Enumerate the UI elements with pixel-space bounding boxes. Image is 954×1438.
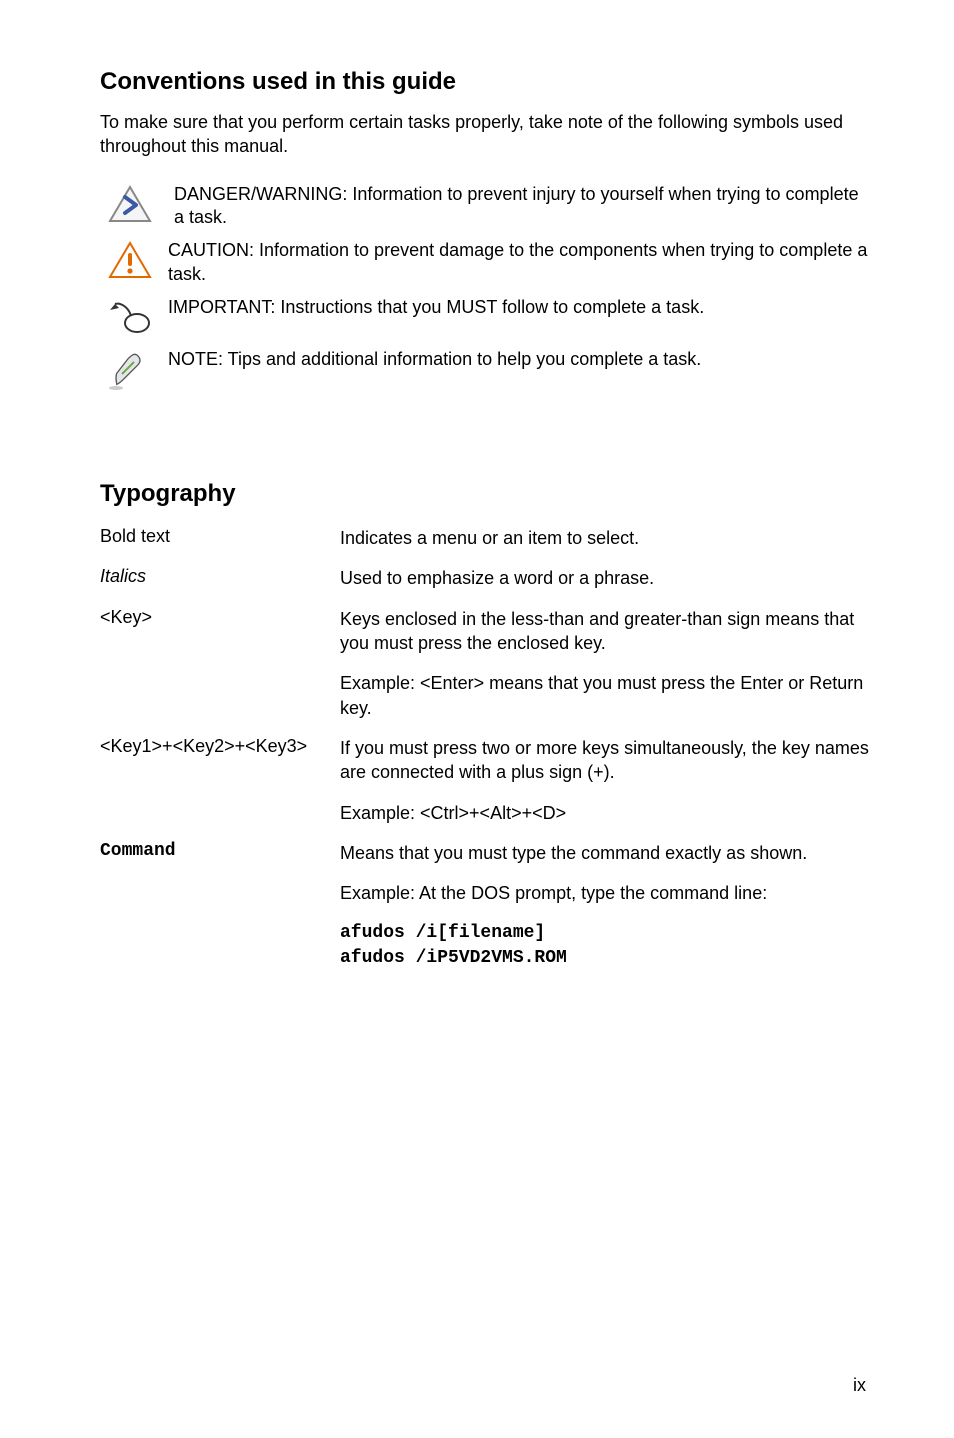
typo-desc-italics: Used to emphasize a word or a phrase.	[340, 566, 870, 590]
keys-desc1: If you must press two or more keys simul…	[340, 736, 870, 785]
typo-label-italics: Italics	[100, 566, 340, 590]
important-row: IMPORTANT: Instructions that you MUST fo…	[100, 296, 870, 338]
caution-row: CAUTION: Information to prevent damage t…	[100, 239, 870, 286]
note-icon	[100, 348, 160, 394]
typo-desc-key: Keys enclosed in the less-than and great…	[340, 607, 870, 720]
typo-row-italics: Italics Used to emphasize a word or a ph…	[100, 566, 870, 590]
danger-text: DANGER/WARNING: Information to prevent i…	[160, 183, 870, 230]
typo-desc-keys: If you must press two or more keys simul…	[340, 736, 870, 825]
key-desc1: Keys enclosed in the less-than and great…	[340, 607, 870, 656]
keys-desc2: Example: <Ctrl>+<Alt>+<D>	[340, 801, 870, 825]
typo-row-command: Command Means that you must type the com…	[100, 841, 870, 970]
typo-desc-bold: Indicates a menu or an item to select.	[340, 526, 870, 550]
note-row: NOTE: Tips and additional information to…	[100, 348, 870, 394]
note-text: NOTE: Tips and additional information to…	[160, 348, 870, 371]
command-code2: afudos /iP5VD2VMS.ROM	[340, 946, 870, 970]
command-code1: afudos /i[filename]	[340, 921, 870, 945]
typo-label-command: Command	[100, 841, 340, 970]
typo-label-key: <Key>	[100, 607, 340, 720]
typo-label-bold: Bold text	[100, 526, 340, 550]
command-desc1: Means that you must type the command exa…	[340, 841, 870, 865]
typo-desc-command: Means that you must type the command exa…	[340, 841, 870, 970]
conventions-intro: To make sure that you perform certain ta…	[100, 110, 870, 159]
conventions-heading: Conventions used in this guide	[100, 68, 870, 96]
danger-icon	[100, 183, 160, 225]
command-desc2: Example: At the DOS prompt, type the com…	[340, 881, 870, 905]
typo-row-bold: Bold text Indicates a menu or an item to…	[100, 526, 870, 550]
typo-label-keys: <Key1>+<Key2>+<Key3>	[100, 736, 340, 825]
important-text: IMPORTANT: Instructions that you MUST fo…	[160, 296, 870, 319]
caution-text: CAUTION: Information to prevent damage t…	[160, 239, 870, 286]
typo-row-key: <Key> Keys enclosed in the less-than and…	[100, 607, 870, 720]
important-icon	[100, 296, 160, 338]
typography-heading: Typography	[100, 480, 870, 508]
typo-row-keys: <Key1>+<Key2>+<Key3> If you must press t…	[100, 736, 870, 825]
caution-icon	[100, 239, 160, 281]
page-number: ix	[853, 1375, 866, 1396]
key-desc2: Example: <Enter> means that you must pre…	[340, 671, 870, 720]
danger-row: DANGER/WARNING: Information to prevent i…	[100, 183, 870, 230]
